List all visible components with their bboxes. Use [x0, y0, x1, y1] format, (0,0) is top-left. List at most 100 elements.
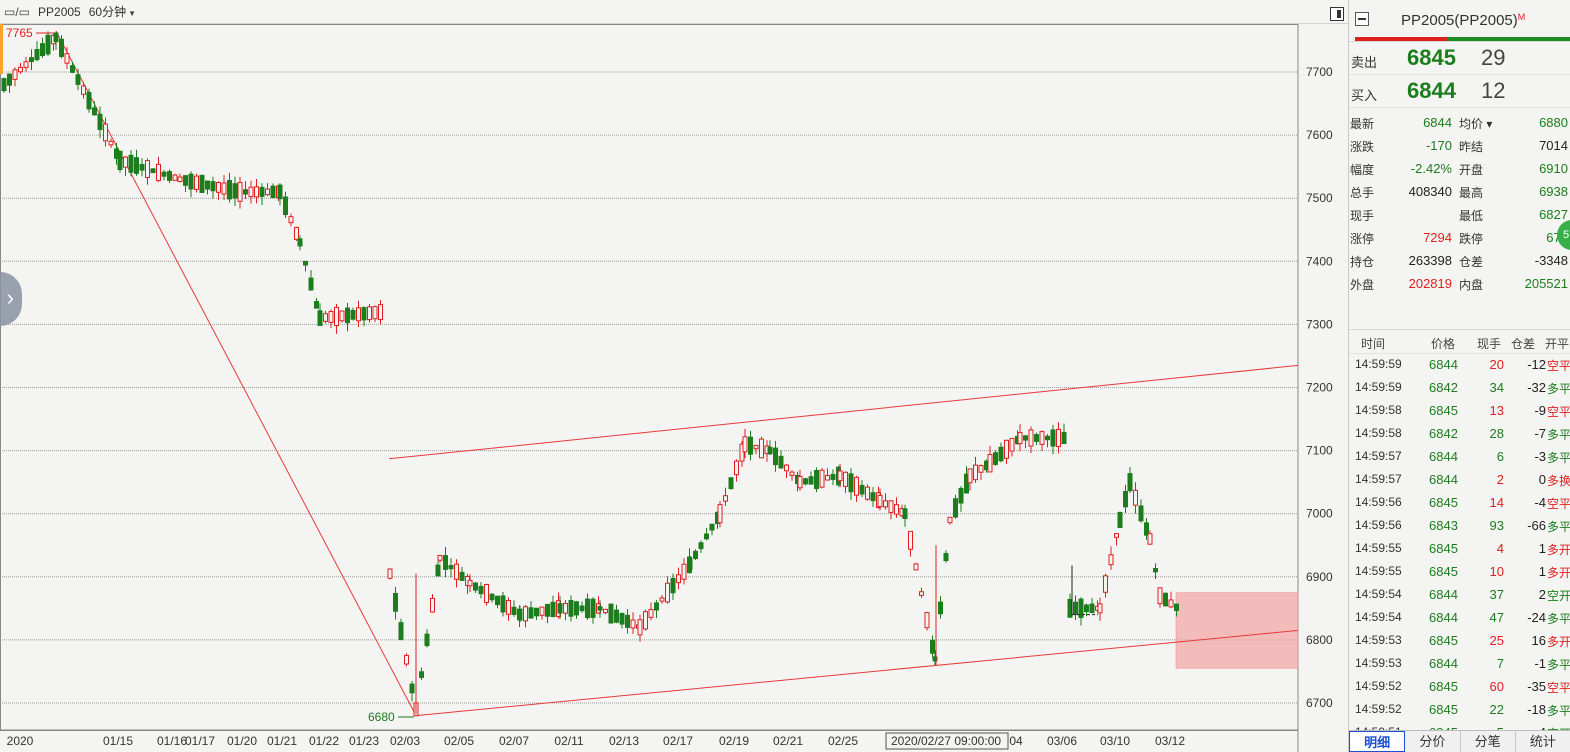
stat-value: 202819	[1408, 276, 1452, 291]
tick-price: 6845	[1429, 633, 1458, 648]
candle-body	[259, 186, 265, 197]
candle-body	[243, 189, 248, 195]
candle-body	[1034, 434, 1039, 442]
candle-body	[18, 66, 23, 73]
candle-body	[92, 107, 97, 116]
candle-body	[523, 606, 528, 622]
support-zone	[1175, 592, 1299, 669]
tick-row[interactable]: 14:59:56 6843 93 -66 多平	[1349, 515, 1570, 538]
chevron-down-icon: ▼	[128, 9, 136, 18]
tick-row[interactable]: 14:59:59 6844 20 -12 空平	[1349, 354, 1570, 377]
candle-body	[484, 584, 489, 604]
candle-body	[345, 307, 350, 324]
x-tick-label: 01/16	[157, 734, 187, 748]
tick-row[interactable]: 14:59:53 6844 7 -1 多平	[1349, 653, 1570, 676]
bid-row[interactable]: 买入 6844 12	[1349, 75, 1570, 108]
tick-row[interactable]: 14:59:54 6844 47 -24 多平	[1349, 607, 1570, 630]
candle-body	[734, 460, 739, 476]
candle-body	[270, 185, 276, 199]
tick-time: 14:59:55	[1355, 564, 1402, 578]
tick-volume: 93	[1489, 518, 1504, 533]
ask-price: 6845	[1407, 45, 1456, 70]
candle-body	[188, 173, 194, 190]
period-selector[interactable]: 60分钟 ▼	[89, 3, 136, 20]
x-tick-label: 02/25	[828, 734, 858, 748]
candle-body	[608, 603, 614, 624]
candle-body	[12, 69, 18, 80]
candle-body	[993, 452, 998, 465]
tick-row[interactable]: 14:59:58 6842 28 -7 多平	[1349, 423, 1570, 446]
y-tick-label: 7400	[1306, 254, 1333, 268]
collapse-panel-button[interactable]	[1355, 12, 1369, 26]
tab-1[interactable]: 分价	[1405, 731, 1461, 752]
candle-body	[704, 533, 709, 540]
tick-price: 6845	[1429, 679, 1458, 694]
tick-row[interactable]: 14:59:55 6845 4 1 多开	[1349, 538, 1570, 561]
tick-price: 6842	[1429, 426, 1458, 441]
candle-body	[919, 591, 924, 596]
tab-3[interactable]: 统计	[1516, 731, 1570, 752]
tab-0[interactable]: 明细	[1349, 731, 1406, 752]
stat-label: 开盘	[1459, 163, 1484, 177]
candle-body	[619, 612, 625, 625]
stat-value: -3348	[1534, 253, 1568, 268]
tick-table-header: 时间 价格 现手 仓差 开平	[1349, 330, 1570, 354]
maximize-chart-button[interactable]	[1330, 7, 1344, 21]
stat-label: 现手	[1350, 209, 1375, 223]
tab-2[interactable]: 分笔	[1461, 731, 1516, 752]
tick-row[interactable]: 14:59:53 6845 25 16 多开	[1349, 630, 1570, 653]
candle-body	[1061, 431, 1067, 445]
candle-body	[759, 438, 764, 459]
candle-body	[585, 598, 590, 619]
tick-time: 14:59:58	[1355, 426, 1402, 440]
tick-volume: 4	[1496, 541, 1504, 556]
candle-body	[156, 163, 161, 182]
chart-type-icon[interactable]: ▭/▭	[4, 5, 30, 19]
candle-body	[1174, 603, 1179, 611]
candle-body	[103, 123, 108, 142]
stat-label: 总手	[1350, 186, 1375, 200]
tick-row[interactable]: 14:59:55 6845 10 1 多开	[1349, 561, 1570, 584]
candle-body	[108, 140, 114, 146]
tick-row[interactable]: 14:59:52 6845 60 -35 空平	[1349, 676, 1570, 699]
candle-body	[123, 156, 128, 168]
candle-body	[117, 150, 123, 170]
candle-body	[398, 622, 404, 640]
candle-body	[437, 555, 443, 561]
candle-body	[563, 603, 568, 614]
tick-list[interactable]: 14:59:59 6844 20 -12 空平 14:59:59 6842 34 -32 多平 14…	[1349, 354, 1570, 752]
tick-row[interactable]: 14:59:59 6842 34 -32 多平	[1349, 377, 1570, 400]
plot-border	[0, 24, 1299, 731]
candle-body	[854, 476, 859, 496]
stat-value: 6827	[1539, 207, 1568, 222]
tick-row[interactable]: 14:59:56 6845 14 -4 空平	[1349, 492, 1570, 515]
tick-row[interactable]: 14:59:57 6844 6 -3 多平	[1349, 446, 1570, 469]
tick-row[interactable]: 14:59:57 6844 2 0 多换	[1349, 469, 1570, 492]
candle-body	[1117, 511, 1123, 529]
kline-chart[interactable]: 6700 6800 6900 7000 7100 7200 7300 7400 7500 7600…	[0, 0, 1348, 752]
y-tick-label: 6800	[1306, 633, 1333, 647]
candle-body	[517, 608, 523, 621]
stat-label: 最低	[1459, 209, 1484, 223]
candle-body	[1103, 575, 1108, 593]
candle-body	[902, 508, 908, 520]
candle-body	[830, 473, 836, 480]
ask-row[interactable]: 卖出 6845 29	[1349, 42, 1570, 75]
x-tick-label: 2020	[7, 734, 34, 748]
tick-row[interactable]: 14:59:58 6845 13 -9 空平	[1349, 400, 1570, 423]
candle-body	[767, 446, 773, 455]
candle-body	[603, 608, 608, 614]
chart-symbol[interactable]: PP2005	[38, 5, 81, 19]
tick-price: 6844	[1429, 449, 1458, 464]
tick-row[interactable]: 14:59:54 6844 37 2 空开	[1349, 584, 1570, 607]
candle-body	[308, 277, 314, 291]
stat-value: 7014	[1539, 138, 1568, 153]
tick-row[interactable]: 14:59:52 6845 22 -18 多平	[1349, 699, 1570, 722]
low-annotation: 6680	[368, 710, 395, 724]
tick-oi-change: 1	[1538, 564, 1546, 579]
kline-chart-area[interactable]: 6700 6800 6900 7000 7100 7200 7300 7400 7500 7600…	[0, 0, 1348, 752]
candle-body	[819, 469, 825, 488]
candle-body	[654, 602, 659, 611]
candle-body	[81, 85, 86, 95]
col-nature: 开平	[1545, 337, 1570, 351]
